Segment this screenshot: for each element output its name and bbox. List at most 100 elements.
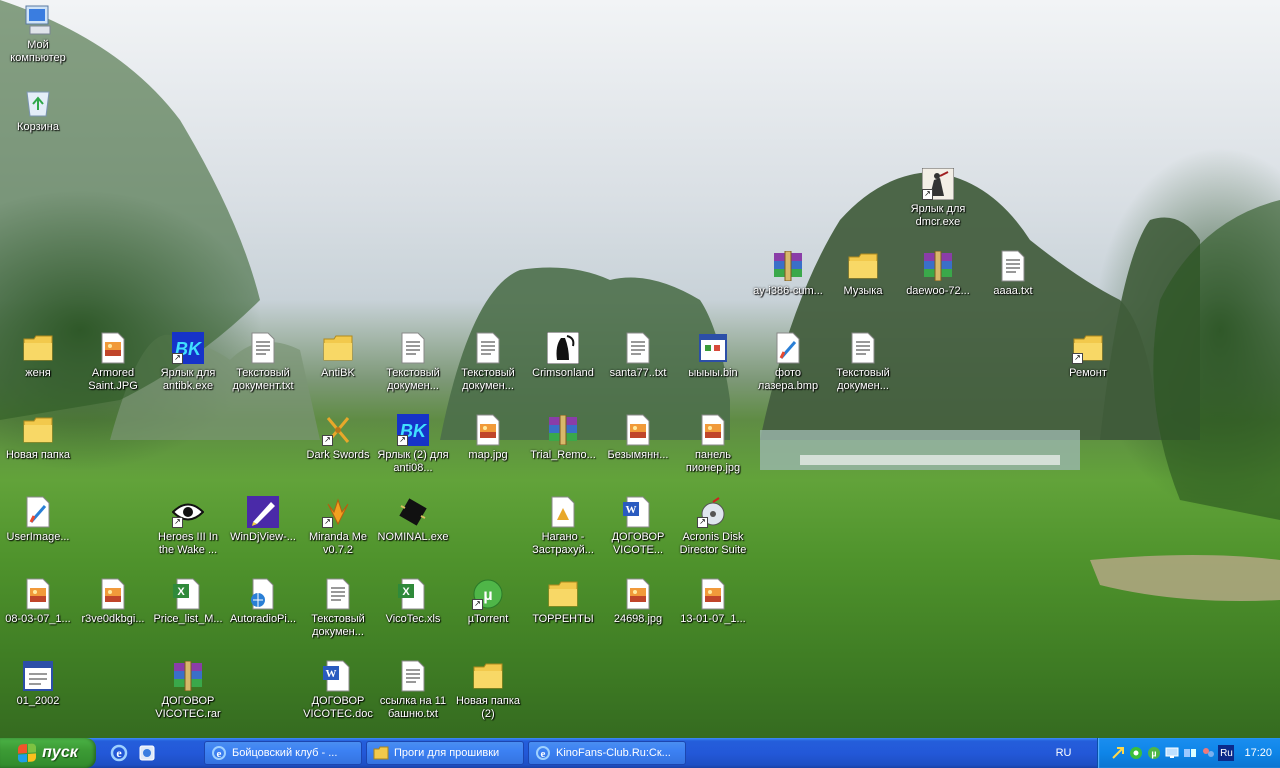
desktop-icon[interactable]: daewoo-72...: [900, 246, 976, 320]
desktop-icon[interactable]: 13-01-07_1...: [675, 574, 751, 648]
desktop-icon[interactable]: µ ↗ µTorrent: [450, 574, 526, 648]
desktop-icon-label: Корзина: [17, 121, 59, 133]
desktop-icon[interactable]: 01_2002: [0, 656, 76, 730]
desktop-icon[interactable]: панель пионер.jpg: [675, 410, 751, 484]
tray-arrow-icon[interactable]: [1110, 745, 1126, 761]
desktop-icon[interactable]: Текстовый докумен...: [300, 574, 376, 648]
folder-icon: [22, 414, 54, 446]
desktop-icon[interactable]: ссылка на 11 башню.txt: [375, 656, 451, 730]
desktop-icon[interactable]: W ДОГОВОР VICOTE...: [600, 492, 676, 566]
tray-lang-badge[interactable]: Ru: [1218, 745, 1235, 761]
desktop-icon-label: r3ve0dkbgi...: [81, 613, 145, 625]
desktop-icon[interactable]: W ДОГОВОР VICOTEC.doc: [300, 656, 376, 730]
shortcut-arrow-icon: ↗: [172, 517, 183, 528]
desktop-icon[interactable]: Мой компьютер: [0, 0, 76, 74]
desktop-icon-label: 01_2002: [16, 695, 60, 707]
jpg-icon: [22, 578, 54, 610]
desktop[interactable]: Мой компьютер Корзина женя Armored Saint.JP…: [0, 0, 1280, 738]
desktop-icon-label: aaaa.txt: [993, 285, 1033, 297]
task-button-firmware[interactable]: Проги для прошивки: [366, 741, 524, 765]
svg-text:µ: µ: [483, 587, 492, 604]
shortcut-arrow-icon: ↗: [472, 599, 483, 610]
desktop-icon[interactable]: Нагано - Застрахуй...: [525, 492, 601, 566]
desktop-icon[interactable]: 24698.jpg: [600, 574, 676, 648]
language-indicator[interactable]: RU: [1056, 747, 1072, 759]
desktop-icon[interactable]: 08-03-07_1...: [0, 574, 76, 648]
tray-utorrent-icon[interactable]: µ: [1146, 745, 1162, 761]
svg-text:X: X: [402, 586, 410, 598]
desktop-icon[interactable]: ↗ Heroes III In the Wake ...: [150, 492, 226, 566]
svg-text:X: X: [177, 586, 185, 598]
ie-quicklaunch-icon[interactable]: e: [108, 742, 130, 764]
tray-display-icon[interactable]: [1164, 745, 1180, 761]
desktop-icon[interactable]: ДОГОВОР VICOTEC.rar: [150, 656, 226, 730]
tray-people-icon[interactable]: [1200, 745, 1216, 761]
desktop-icon-label: Текстовый докумен...: [311, 613, 365, 638]
desktop-quicklaunch-icon[interactable]: [136, 742, 158, 764]
desktop-icon-label: Armored Saint.JPG: [88, 367, 138, 392]
desktop-icon-label: Новая папка: [5, 449, 71, 461]
desktop-icon[interactable]: map.jpg: [450, 410, 526, 484]
desktop-icon[interactable]: WinDjView-...: [225, 492, 301, 566]
desktop-icon-label: NOMINAL.exe: [377, 531, 449, 543]
jpg-icon: [97, 578, 129, 610]
desktop-icon[interactable]: Trial_Remo...: [525, 410, 601, 484]
tray-sound-icon[interactable]: [1182, 745, 1198, 761]
desktop-icon-label: Trial_Remo...: [530, 449, 596, 461]
desktop-icon[interactable]: NOMINAL.exe: [375, 492, 451, 566]
desktop-icon[interactable]: Текстовый докумен...: [825, 328, 901, 402]
desktop-icon[interactable]: ↗ Dark Swords: [300, 410, 376, 484]
task-label: Бойцовский клуб - ...: [232, 747, 338, 759]
desktop-icon[interactable]: Текстовый документ.txt: [225, 328, 301, 402]
desktop-icon[interactable]: AntiBK: [300, 328, 376, 402]
desktop-icon[interactable]: BK ↗ Ярлык (2) для anti08...: [375, 410, 451, 484]
desktop-icon[interactable]: ыыыы.bin: [675, 328, 751, 402]
jpg-icon: [697, 414, 729, 446]
desktop-icon[interactable]: r3ve0dkbgi...: [75, 574, 151, 648]
txt-icon: [997, 250, 1029, 282]
bk-icon: BK ↗: [172, 332, 204, 364]
desktop-icon[interactable]: ↗ Miranda Me v0.7.2: [300, 492, 376, 566]
desktop-icon[interactable]: Armored Saint.JPG: [75, 328, 151, 402]
desktop-icon-label: 08-03-07_1...: [5, 613, 71, 625]
desktop-icon[interactable]: BK ↗ Ярлык для antibk.exe: [150, 328, 226, 402]
task-label: KinoFans-Club.Ru:Ск...: [556, 747, 671, 759]
svg-text:e: e: [116, 746, 122, 760]
task-button-fightclub[interactable]: e Бойцовский клуб - ...: [204, 741, 362, 765]
clock[interactable]: 17:20: [1244, 747, 1272, 759]
computer-icon: [22, 4, 54, 36]
bmp-icon: [22, 496, 54, 528]
desktop-icon[interactable]: Безымянн...: [600, 410, 676, 484]
desktop-icon[interactable]: Корзина: [0, 82, 76, 156]
desktop-icon[interactable]: ↗ Ремонт: [1050, 328, 1126, 402]
shortcut-arrow-icon: ↗: [397, 435, 408, 446]
tray-network-icon[interactable]: [1128, 745, 1144, 761]
desktop-icon[interactable]: ТОРРЕНТЫ: [525, 574, 601, 648]
desktop-icon[interactable]: aaaa.txt: [975, 246, 1051, 320]
desktop-icon[interactable]: X VicoTec.xls: [375, 574, 451, 648]
desktop-icon-label: Ярлык для dmcr.exe: [910, 203, 966, 228]
desktop-icon[interactable]: Музыка: [825, 246, 901, 320]
task-button-kinofans[interactable]: e KinoFans-Club.Ru:Ск...: [528, 741, 686, 765]
desktop-icon[interactable]: ay-i386-cum...: [750, 246, 826, 320]
desktop-icon[interactable]: Текстовый докумен...: [450, 328, 526, 402]
txt-icon: [247, 332, 279, 364]
desktop-icon[interactable]: женя: [0, 328, 76, 402]
rar-icon: [922, 250, 954, 282]
start-button[interactable]: пуск: [0, 738, 96, 768]
desktop-icon[interactable]: Crimsonland: [525, 328, 601, 402]
desktop-icon[interactable]: santa77..txt: [600, 328, 676, 402]
doc-icon: [547, 496, 579, 528]
desktop-icon-label: ыыыы.bin: [688, 367, 738, 379]
txt-icon: [397, 660, 429, 692]
desktop-icon[interactable]: X Price_list_M...: [150, 574, 226, 648]
desktop-icon[interactable]: Текстовый докумен...: [375, 328, 451, 402]
desktop-icon[interactable]: ↗ Ярлык для dmcr.exe: [900, 164, 976, 238]
desktop-icon[interactable]: Новая папка (2): [450, 656, 526, 730]
desktop-icon[interactable]: ↗ Acronis Disk Director Suite: [675, 492, 751, 566]
desktop-icon[interactable]: Новая папка: [0, 410, 76, 484]
desktop-icon[interactable]: UserImage...: [0, 492, 76, 566]
desktop-icon[interactable]: фото лазера.bmp: [750, 328, 826, 402]
desktop-icon[interactable]: AutoradioPi...: [225, 574, 301, 648]
word-icon: W: [622, 496, 654, 528]
